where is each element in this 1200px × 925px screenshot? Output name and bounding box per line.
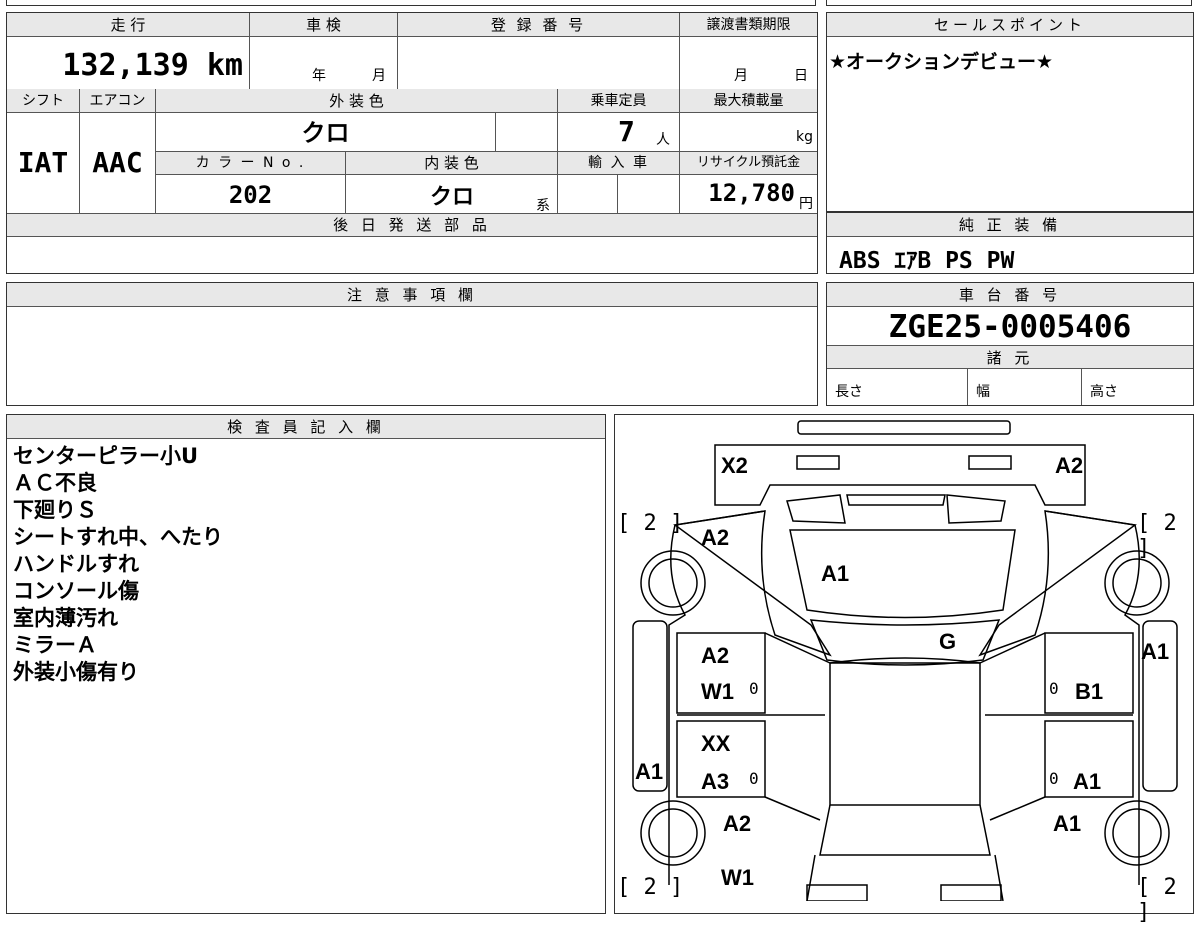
import-value-a [557, 175, 617, 213]
mark-w1-front-door-left: W1 [701, 679, 734, 704]
mark-a1-rocker-left: A1 [635, 759, 664, 784]
inspector-box: 検 査 員 記 入 欄 センターピラー小U ＡＣ不良 下廻りＳ シートすれ中、へ… [6, 414, 606, 914]
mark-zero-fl: 0 [749, 679, 759, 698]
inspector-note: シートすれ中、へたり [13, 525, 223, 549]
length-cell: 長さ [835, 384, 863, 400]
chassis-header: 車 台 番 号 [827, 283, 1193, 307]
mark-x2: X2 [721, 453, 748, 478]
transfer-value: 月 日 [679, 37, 817, 89]
aircon-value: AAC [79, 113, 155, 213]
mark-a3-rear-door-left: A3 [701, 769, 730, 794]
mark-g-windshield: G [939, 629, 957, 654]
notes-header: 注 意 事 項 欄 [7, 283, 817, 307]
registration-value [397, 37, 679, 89]
genuine-header: 純 正 装 備 [827, 213, 1193, 237]
chassis-box: 車 台 番 号 ZGE25-0005406 諸 元 長さ 幅 高さ [826, 282, 1194, 406]
genuine-text: ABS ｴｱB PS PW [839, 248, 1015, 274]
height-cell: 高さ [1081, 369, 1193, 405]
mark-a2-front-left: A2 [701, 525, 730, 550]
mark-zero-rr: 0 [1049, 769, 1059, 788]
width-cell: 幅 [967, 369, 1081, 405]
inspector-note: ＡＣ不良 [13, 471, 97, 495]
mark-a1-fender-right: A1 [1141, 639, 1170, 664]
chassis-number: ZGE25-0005406 [888, 309, 1132, 345]
inspector-note: コンソール傷 [13, 579, 139, 603]
mark-zero-rl: 0 [749, 769, 759, 788]
notes-box: 注 意 事 項 欄 [6, 282, 818, 406]
mark-bracket-br: [ 2 ] [1137, 875, 1177, 925]
import-header: 輸 入 車 [557, 151, 679, 175]
inspector-note: 下廻りＳ [13, 498, 97, 522]
color-no-header: カ ラ ー N o . [155, 151, 345, 175]
inspector-note: 室内薄汚れ [13, 606, 118, 630]
top-strip [6, 0, 816, 6]
mark-a1-rear-right: A1 [1053, 811, 1082, 836]
mark-a2-front-door-left: A2 [701, 643, 730, 668]
inspector-notes: センターピラー小U ＡＣ不良 下廻りＳ シートすれ中、へたり ハンドルすれ コン… [13, 443, 223, 686]
shift-header: シフト [7, 89, 79, 113]
exterior-header: 外 装 色 [155, 89, 557, 113]
inspector-note: ハンドルすれ [13, 552, 139, 576]
mark-bracket-tl: [ 2 ] [617, 511, 684, 536]
sales-point-box: セールスポイント ★オークションデビュー★ [826, 12, 1194, 212]
mark-xx-rear-door-left: XX [701, 731, 731, 756]
capacity-header: 乗車定員 [557, 89, 679, 113]
mark-b1-front-door-right: B1 [1075, 679, 1104, 704]
exterior-extra [495, 113, 557, 151]
color-no-value: 202 [155, 175, 345, 213]
sales-point-header: セールスポイント [827, 13, 1193, 37]
inspector-note: センターピラー小U [13, 444, 199, 468]
shift-value: IAT [17, 146, 69, 179]
inspection-header: 車 検 [249, 13, 397, 37]
max-load-header: 最大積載量 [679, 89, 817, 113]
mark-a2-top: A2 [1055, 453, 1084, 478]
specs-header: 諸 元 [827, 345, 1193, 369]
car-diagram: X2 A2 [ 2 ] [ 2 ] A2 A1 G A1 A2 W1 0 0 B… [614, 414, 1194, 925]
max-load-value: kg [679, 113, 817, 151]
mark-bracket-bl: [ 2 ] [617, 875, 684, 900]
top-strip-right [826, 0, 1192, 6]
recycle-value: 12,780 円 [679, 175, 817, 213]
mark-bracket-tr: [ 2 ] [1137, 511, 1177, 561]
inspector-header: 検 査 員 記 入 欄 [7, 415, 605, 439]
sales-point-text: ★オークションデビュー★ [829, 51, 1054, 73]
inspection-value: 年 月 [249, 37, 397, 89]
exterior-value: クロ [155, 113, 495, 151]
mark-a2-rear-left: A2 [723, 811, 752, 836]
mileage-value: 132,139 km [62, 48, 243, 83]
mark-w1-rear: W1 [721, 865, 754, 890]
mark-a1-rear-door-right: A1 [1073, 769, 1102, 794]
spec-table: 走 行 車 検 登 録 番 号 譲渡書類期限 132,139 km 年 月 月 … [6, 12, 818, 274]
recycle-header: リサイクル預託金 [679, 151, 817, 175]
import-value-b [617, 175, 679, 213]
interior-header: 内 装 色 [345, 151, 557, 175]
inspector-note: ミラーＡ [13, 633, 97, 657]
capacity-value: 7 人 [557, 113, 679, 151]
interior-value: クロ 系 [345, 175, 557, 214]
mark-a1-hood: A1 [821, 561, 850, 586]
genuine-box: 純 正 装 備 ABS ｴｱB PS PW [826, 212, 1194, 274]
inspector-note: 外装小傷有り [13, 660, 139, 684]
mark-zero-fr: 0 [1049, 679, 1059, 698]
registration-header: 登 録 番 号 [397, 13, 679, 37]
aircon-header: エアコン [79, 89, 155, 113]
transfer-header: 譲渡書類期限 [679, 13, 817, 37]
mileage-header: 走 行 [7, 13, 249, 37]
later-parts-value [7, 237, 817, 273]
later-parts-header: 後 日 発 送 部 品 [7, 213, 817, 237]
